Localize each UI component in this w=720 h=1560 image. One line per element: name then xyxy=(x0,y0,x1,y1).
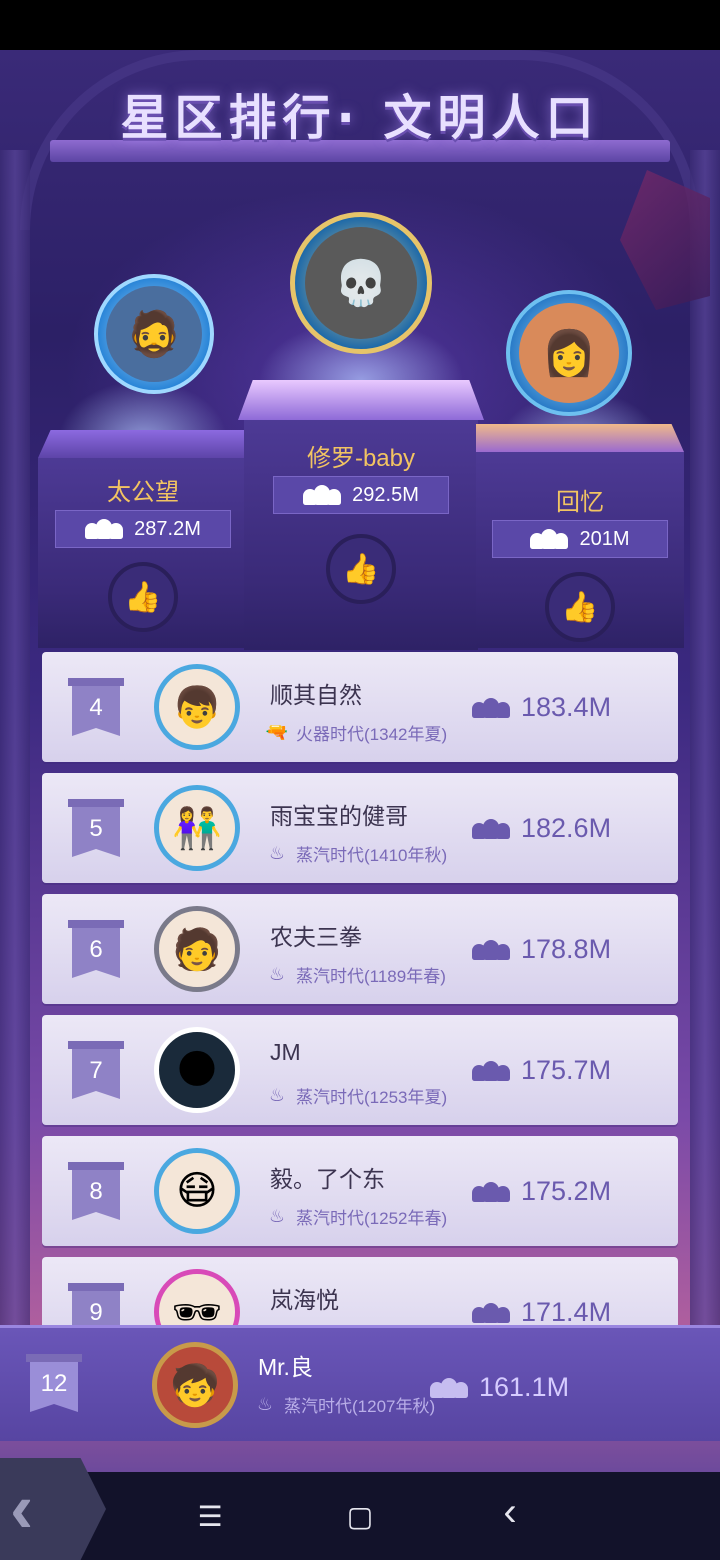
avatar[interactable]: 👫 xyxy=(154,785,240,871)
player-name: JM xyxy=(270,1039,301,1065)
rank-flag: 4 xyxy=(68,678,124,736)
avatar[interactable]: 💀 xyxy=(290,212,432,354)
gun-icon: 🔫 xyxy=(265,721,289,742)
era-label: ♨ 蒸汽时代(1189年春) xyxy=(264,962,446,987)
population-score: 175.7M xyxy=(472,1055,611,1086)
thumbs-up-icon: 👍 xyxy=(124,580,162,614)
podium-second[interactable]: 🧔 太公望 287.2M 👍 xyxy=(38,50,248,650)
population-score: 175.2M xyxy=(472,1176,611,1207)
system-nav-bar: ☰ ▢ ‹ xyxy=(0,1472,720,1560)
rank-flag: 5 xyxy=(68,799,124,857)
avatar[interactable]: 👦 xyxy=(154,664,240,750)
like-button[interactable]: 👍 xyxy=(108,562,178,632)
population-icon xyxy=(530,529,569,549)
avatar[interactable]: 🧔 xyxy=(94,274,214,394)
steam-icon: ♨ xyxy=(268,842,286,863)
era-label: 🔫 火器时代(1342年夏) xyxy=(265,721,448,745)
population-icon xyxy=(303,485,342,505)
avatar[interactable]: 😷 xyxy=(154,1148,240,1234)
back-button[interactable]: ‹ xyxy=(490,1490,530,1535)
player-name: Mr.良 xyxy=(258,1354,313,1380)
player-name: 农夫三拳 xyxy=(270,924,362,950)
list-item[interactable]: 7 🌑 JM ♨ 蒸汽时代(1253年夏) 175.7M xyxy=(42,1015,678,1125)
steam-icon: ♨ xyxy=(256,1393,274,1414)
podium-third-score: 201M xyxy=(492,520,668,558)
pillar-right xyxy=(690,150,720,1400)
avatar[interactable]: 🌑 xyxy=(154,1027,240,1113)
population-icon xyxy=(85,519,124,539)
population-icon xyxy=(472,1181,510,1202)
population-icon xyxy=(472,697,510,718)
menu-button[interactable]: ☰ xyxy=(190,1500,230,1533)
podium-first[interactable]: 💀 修罗-baby 292.5M 👍 xyxy=(238,50,484,650)
player-name: 顺其自然 xyxy=(270,682,362,708)
podium-second-score: 287.2M xyxy=(55,510,231,548)
chevron-left-icon: ‹ xyxy=(10,1469,34,1547)
rank-flag: 8 xyxy=(68,1162,124,1220)
population-icon xyxy=(472,1060,510,1081)
thumbs-up-icon: 👍 xyxy=(561,590,599,624)
population-icon xyxy=(472,818,510,839)
population-icon xyxy=(472,939,510,960)
my-rank-row[interactable]: 12 🧒 Mr.良 ♨ 蒸汽时代(1207年秋) 161.1M xyxy=(0,1325,720,1441)
era-label: ♨ 蒸汽时代(1253年夏) xyxy=(264,1083,447,1108)
podium-third-name: 回忆 xyxy=(556,489,604,516)
like-button[interactable]: 👍 xyxy=(545,572,615,642)
avatar[interactable]: 👩 xyxy=(506,290,632,416)
pillar-left xyxy=(0,150,30,1400)
steam-icon: ♨ xyxy=(268,1205,286,1226)
population-score: 178.8M xyxy=(472,934,611,965)
era-label: ♨ 蒸汽时代(1207年秋) xyxy=(252,1392,435,1417)
era-label: ♨ 蒸汽时代(1252年春) xyxy=(264,1204,447,1229)
steam-icon: ♨ xyxy=(268,963,286,984)
rank-flag: 12 xyxy=(26,1354,82,1412)
population-icon xyxy=(472,1302,510,1323)
rank-flag: 7 xyxy=(68,1041,124,1099)
leaderboard-scene: 星区排行· 文明人口 🧔 太公望 287.2M 👍 💀 修罗-baby 292.… xyxy=(0,50,720,1472)
population-icon xyxy=(430,1377,468,1398)
player-name: 雨宝宝的健哥 xyxy=(270,803,408,829)
population-score: 161.1M xyxy=(430,1372,569,1403)
podium-third[interactable]: 👩 回忆 201M 👍 xyxy=(476,50,684,650)
list-item[interactable]: 6 🧑 农夫三拳 ♨ 蒸汽时代(1189年春) 178.8M xyxy=(42,894,678,1004)
podium-second-name: 太公望 xyxy=(107,479,179,506)
player-name: 毅。了个东 xyxy=(270,1166,385,1192)
avatar[interactable]: 🧑 xyxy=(154,906,240,992)
list-item[interactable]: 8 😷 毅。了个东 ♨ 蒸汽时代(1252年春) 175.2M xyxy=(42,1136,678,1246)
rank-flag: 6 xyxy=(68,920,124,978)
steam-icon: ♨ xyxy=(268,1084,286,1105)
era-label: ♨ 蒸汽时代(1410年秋) xyxy=(264,841,447,866)
home-button[interactable]: ▢ xyxy=(340,1500,380,1533)
avatar[interactable]: 🧒 xyxy=(152,1342,238,1428)
like-button[interactable]: 👍 xyxy=(326,534,396,604)
list-item[interactable]: 4 👦 顺其自然 🔫 火器时代(1342年夏) 183.4M xyxy=(42,652,678,762)
thumbs-up-icon: 👍 xyxy=(342,552,380,586)
podium-first-score: 292.5M xyxy=(273,476,449,514)
status-bar xyxy=(0,0,720,50)
population-score: 182.6M xyxy=(472,813,611,844)
player-name: 岚海悦 xyxy=(270,1287,339,1313)
podium-first-name: 修罗-baby xyxy=(306,445,416,472)
list-item[interactable]: 5 👫 雨宝宝的健哥 ♨ 蒸汽时代(1410年秋) 182.6M xyxy=(42,773,678,883)
population-score: 171.4M xyxy=(472,1297,611,1328)
population-score: 183.4M xyxy=(472,692,611,723)
